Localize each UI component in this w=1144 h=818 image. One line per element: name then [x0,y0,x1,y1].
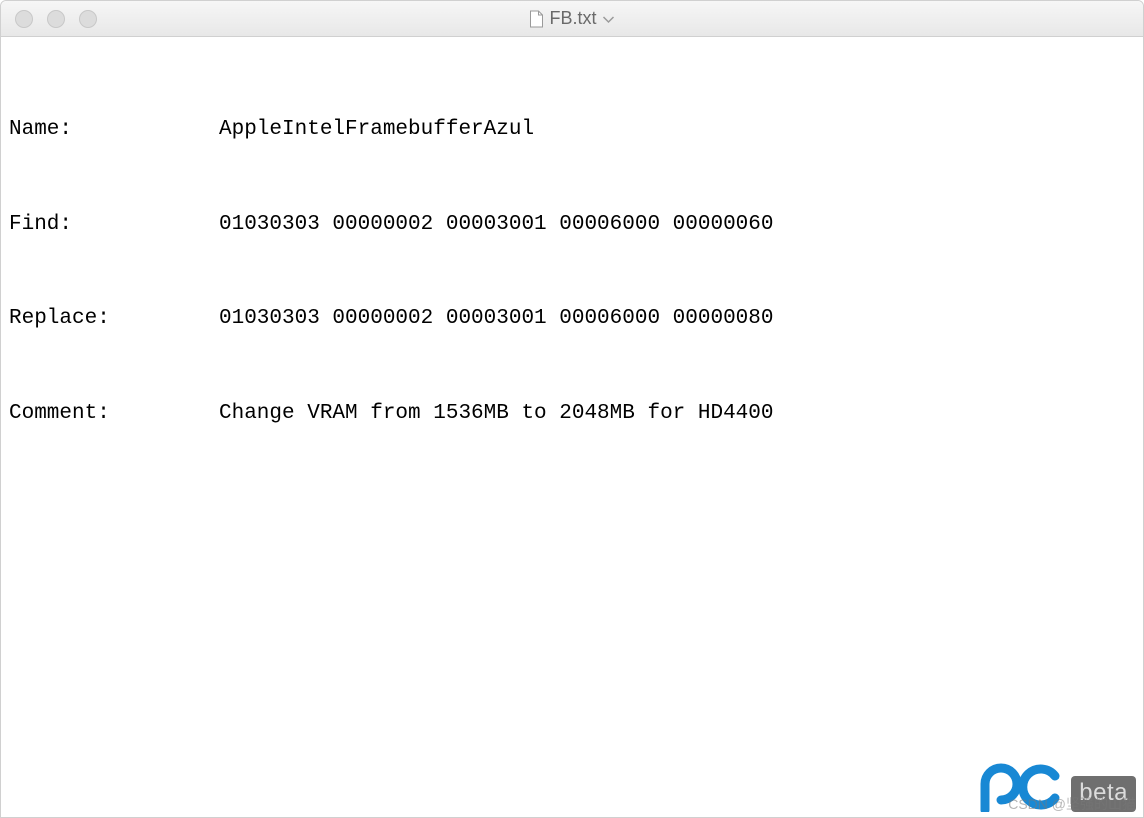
chevron-down-icon[interactable] [603,11,615,27]
text-editor-window: FB.txt Name: AppleIntelFramebufferAzul F… [0,0,1144,818]
beta-badge: beta [1071,776,1136,812]
document-icon [529,10,543,28]
pc-logo-icon [977,762,1067,812]
row-replace: Replace: 01030303 00000002 00003001 0000… [9,303,1135,335]
zoom-button[interactable] [79,10,97,28]
label-replace: Replace: [9,303,219,335]
window-title: FB.txt [549,8,596,29]
label-comment: Comment: [9,398,219,430]
title-center[interactable]: FB.txt [529,8,614,29]
value-find: 01030303 00000002 00003001 00006000 0000… [219,209,1135,241]
label-name: Name: [9,114,219,146]
row-comment: Comment: Change VRAM from 1536MB to 2048… [9,398,1135,430]
close-button[interactable] [15,10,33,28]
text-content[interactable]: Name: AppleIntelFramebufferAzul Find: 01… [1,37,1143,817]
value-replace: 01030303 00000002 00003001 00006000 0000… [219,303,1135,335]
row-find: Find: 01030303 00000002 00003001 0000600… [9,209,1135,241]
value-name: AppleIntelFramebufferAzul [219,114,1135,146]
titlebar[interactable]: FB.txt [1,1,1143,37]
traffic-lights [1,10,97,28]
label-find: Find: [9,209,219,241]
watermark-logo: beta [977,762,1136,812]
minimize-button[interactable] [47,10,65,28]
value-comment: Change VRAM from 1536MB to 2048MB for HD… [219,398,1135,430]
row-name: Name: AppleIntelFramebufferAzul [9,114,1135,146]
